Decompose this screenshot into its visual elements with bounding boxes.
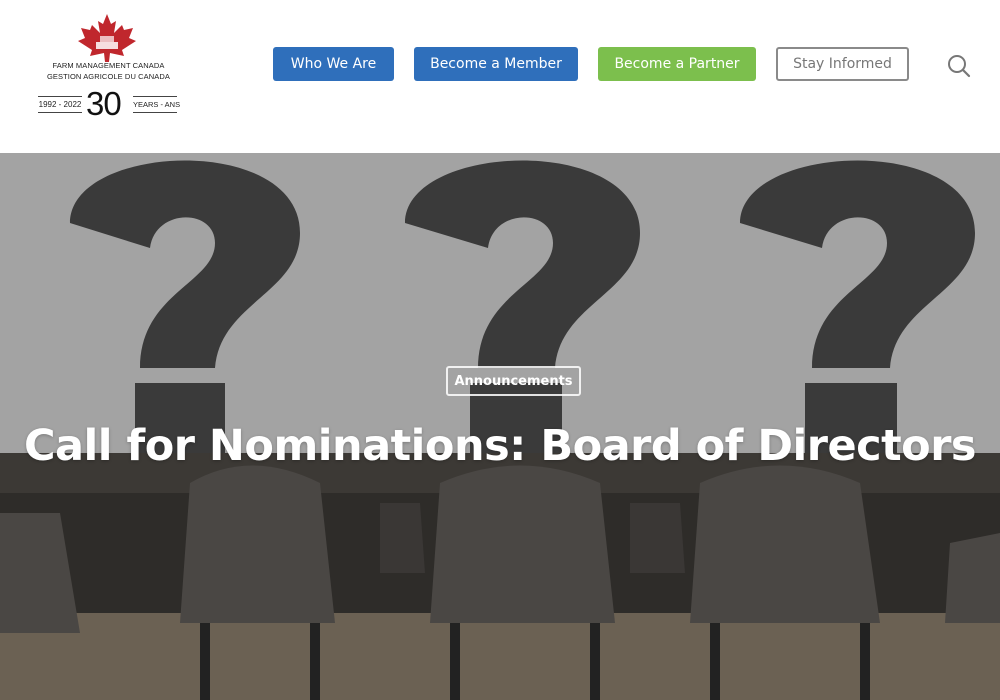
logo-org-name-en: FARM MANAGEMENT CANADA — [52, 61, 165, 70]
maple-leaf-logo-icon — [78, 14, 136, 62]
page-title: Call for Nominations: Board of Directors — [23, 421, 977, 471]
stay-informed-button[interactable]: Stay Informed — [776, 47, 909, 81]
become-member-button[interactable]: Become a Member — [414, 47, 578, 81]
who-we-are-button[interactable]: Who We Are — [273, 47, 394, 81]
logo-years-label: YEARS - ANS — [133, 96, 180, 113]
site-header: FARM MANAGEMENT CANADA GESTION AGRICOLE … — [0, 0, 1000, 153]
search-button[interactable] — [946, 53, 972, 79]
become-partner-button[interactable]: Become a Partner — [598, 47, 756, 81]
site-logo[interactable]: FARM MANAGEMENT CANADA GESTION AGRICOLE … — [36, 12, 181, 122]
hero-banner: Announcements Call for Nominations: Boar… — [0, 153, 1000, 700]
logo-years-number: 30 — [86, 85, 122, 122]
logo-anniversary: 1992 - 2022 30 YEARS - ANS — [36, 85, 181, 122]
logo-years-range: 1992 - 2022 — [38, 96, 82, 113]
category-badge[interactable]: Announcements — [446, 366, 581, 396]
logo-org-name-fr: GESTION AGRICOLE DU CANADA — [46, 72, 171, 81]
search-icon — [948, 55, 971, 78]
